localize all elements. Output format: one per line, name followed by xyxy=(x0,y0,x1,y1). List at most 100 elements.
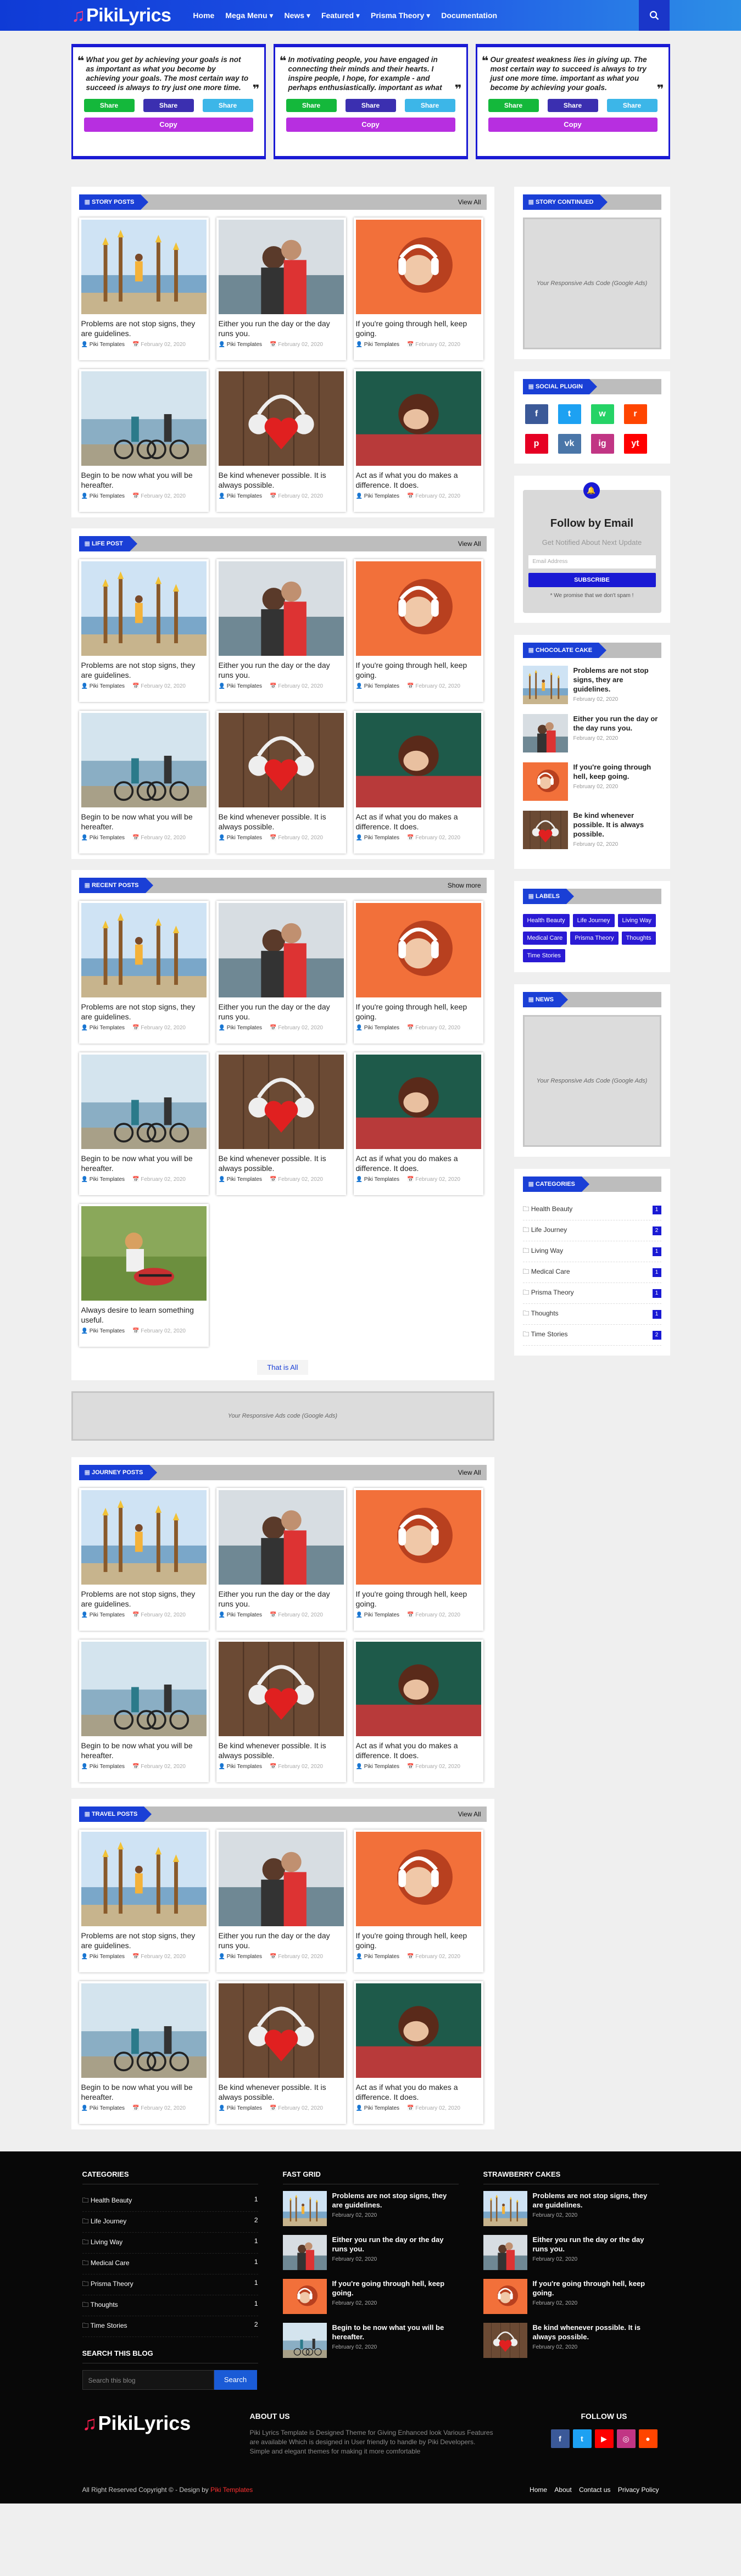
list-item[interactable]: If you're going through hell, keep going… xyxy=(522,762,661,801)
post-title[interactable]: Either you run the day or the day runs y… xyxy=(219,1002,344,1022)
post-thumbnail[interactable] xyxy=(81,1832,207,1926)
copy-button[interactable]: Copy xyxy=(488,118,658,132)
label-chip[interactable]: Life Journey xyxy=(572,914,615,927)
post-card[interactable]: Begin to be now what you will be hereaft… xyxy=(79,711,209,854)
facebook-share-button[interactable]: Share xyxy=(547,99,598,112)
footer-post-thumbnail[interactable] xyxy=(282,2323,327,2358)
category-name[interactable]: 🗀 Thoughts xyxy=(82,2300,118,2311)
post-thumbnail[interactable] xyxy=(355,371,481,466)
list-item-title[interactable]: Either you run the day or the day runs y… xyxy=(573,714,661,733)
post-card[interactable]: Either you run the day or the day runs y… xyxy=(216,1488,346,1631)
post-thumbnail[interactable] xyxy=(81,713,207,807)
youtube-icon[interactable]: ▶ xyxy=(594,2429,614,2448)
post-thumbnail[interactable] xyxy=(355,1490,481,1585)
twitter-share-button[interactable]: Share xyxy=(606,99,658,112)
post-title[interactable]: Act as if what you do makes a difference… xyxy=(356,2082,481,2102)
category-name[interactable]: 🗀 Life Journey xyxy=(523,1225,567,1236)
post-thumbnail[interactable] xyxy=(355,1983,481,2078)
post-card[interactable]: Problems are not stop signs, they are gu… xyxy=(79,1830,209,1972)
footer-post-thumbnail[interactable] xyxy=(483,2323,527,2358)
post-title[interactable]: Problems are not stop signs, they are gu… xyxy=(81,1589,207,1609)
footer-post[interactable]: Be kind whenever possible. It is always … xyxy=(483,2323,659,2358)
post-title[interactable]: Problems are not stop signs, they are gu… xyxy=(81,1002,207,1022)
view-all-link[interactable]: View All xyxy=(458,198,487,206)
post-card[interactable]: Always desire to learn something useful.… xyxy=(79,1204,209,1347)
list-item-thumbnail[interactable] xyxy=(522,714,568,752)
category-name[interactable]: 🗀 Living Way xyxy=(82,2237,123,2249)
post-card[interactable]: Begin to be now what you will be hereaft… xyxy=(79,1052,209,1195)
footer-post[interactable]: Begin to be now what you will be hereaft… xyxy=(282,2323,459,2358)
post-thumbnail[interactable] xyxy=(218,1832,344,1926)
category-row[interactable]: 🗀 Living Way 1 xyxy=(522,1241,661,1262)
list-item-thumbnail[interactable] xyxy=(522,666,568,704)
category-name[interactable]: 🗀 Time Stories xyxy=(523,1329,568,1341)
twitter-icon[interactable]: t xyxy=(572,2429,592,2448)
post-title[interactable]: Be kind whenever possible. It is always … xyxy=(219,812,344,832)
post-title[interactable]: Act as if what you do makes a difference… xyxy=(356,812,481,832)
footer-link-home[interactable]: Home xyxy=(530,2486,547,2494)
footer-post-title[interactable]: If you're going through hell, keep going… xyxy=(533,2279,659,2298)
post-card[interactable]: If you're going through hell, keep going… xyxy=(353,218,483,360)
subscribe-button[interactable]: SUBSCRIBE xyxy=(528,573,656,587)
post-thumbnail[interactable] xyxy=(81,1490,207,1585)
category-row[interactable]: 🗀 Health Beauty 1 xyxy=(522,1200,661,1220)
category-row[interactable]: 🗀 Time Stories 2 xyxy=(522,1325,661,1346)
post-thumbnail[interactable] xyxy=(218,1055,344,1149)
category-row[interactable]: 🗀 Life Journey 2 xyxy=(522,1220,661,1241)
post-thumbnail[interactable] xyxy=(218,220,344,314)
footer-post[interactable]: Problems are not stop signs, they are gu… xyxy=(483,2191,659,2226)
category-row[interactable]: 🗀 Medical Care 1 xyxy=(522,1262,661,1283)
post-card[interactable]: Begin to be now what you will be hereaft… xyxy=(79,1640,209,1782)
footer-link-privacy[interactable]: Privacy Policy xyxy=(618,2486,659,2494)
post-card[interactable]: Act as if what you do makes a difference… xyxy=(353,369,483,512)
post-thumbnail[interactable] xyxy=(81,1206,207,1301)
post-title[interactable]: Be kind whenever possible. It is always … xyxy=(219,1741,344,1760)
list-item-thumbnail[interactable] xyxy=(522,811,568,849)
footer-category-row[interactable]: 🗀 Living Way 1 xyxy=(82,2233,258,2254)
category-row[interactable]: 🗀 Thoughts 1 xyxy=(522,1304,661,1325)
post-card[interactable]: Problems are not stop signs, they are gu… xyxy=(79,559,209,702)
post-card[interactable]: Be kind whenever possible. It is always … xyxy=(216,1981,346,2124)
post-card[interactable]: Be kind whenever possible. It is always … xyxy=(216,1640,346,1782)
list-item-title[interactable]: If you're going through hell, keep going… xyxy=(573,762,661,781)
post-card[interactable]: If you're going through hell, keep going… xyxy=(353,559,483,702)
post-card[interactable]: Act as if what you do makes a difference… xyxy=(353,1052,483,1195)
list-item-title[interactable]: Be kind whenever possible. It is always … xyxy=(573,811,661,839)
category-name[interactable]: 🗀 Life Journey xyxy=(82,2216,127,2228)
email-field[interactable]: Email Address xyxy=(528,555,656,568)
facebook-icon[interactable]: f xyxy=(525,404,548,424)
post-thumbnail[interactable] xyxy=(218,371,344,466)
post-card[interactable]: Either you run the day or the day runs y… xyxy=(216,559,346,702)
category-name[interactable]: 🗀 Medical Care xyxy=(82,2258,130,2270)
post-card[interactable]: Begin to be now what you will be hereaft… xyxy=(79,369,209,512)
post-thumbnail[interactable] xyxy=(218,561,344,656)
vk-icon[interactable]: vk xyxy=(558,434,581,454)
category-name[interactable]: 🗀 Health Beauty xyxy=(82,2195,132,2207)
post-title[interactable]: If you're going through hell, keep going… xyxy=(356,1589,481,1609)
label-chip[interactable]: Prisma Theory xyxy=(570,932,619,945)
footer-post-thumbnail[interactable] xyxy=(282,2235,327,2270)
footer-category-row[interactable]: 🗀 Prisma Theory 1 xyxy=(82,2274,258,2295)
copy-button[interactable]: Copy xyxy=(286,118,455,132)
post-thumbnail[interactable] xyxy=(355,1832,481,1926)
copy-button[interactable]: Copy xyxy=(83,118,253,132)
pinterest-icon[interactable]: p xyxy=(525,434,548,454)
post-thumbnail[interactable] xyxy=(355,903,481,997)
label-chip[interactable]: Health Beauty xyxy=(522,914,570,927)
search-submit-button[interactable]: Search xyxy=(214,2370,257,2390)
footer-logo[interactable]: ♫ PikiLyrics xyxy=(82,2412,198,2435)
post-thumbnail[interactable] xyxy=(81,561,207,656)
instagram-icon[interactable]: ◎ xyxy=(616,2429,636,2448)
post-card[interactable]: Be kind whenever possible. It is always … xyxy=(216,369,346,512)
list-item[interactable]: Be kind whenever possible. It is always … xyxy=(522,811,661,849)
post-title[interactable]: Either you run the day or the day runs y… xyxy=(219,319,344,338)
footer-post-title[interactable]: If you're going through hell, keep going… xyxy=(332,2279,459,2298)
post-title[interactable]: If you're going through hell, keep going… xyxy=(356,1931,481,1950)
list-item-title[interactable]: Problems are not stop signs, they are gu… xyxy=(573,666,661,694)
post-card[interactable]: Act as if what you do makes a difference… xyxy=(353,1640,483,1782)
footer-post-title[interactable]: Either you run the day or the day runs y… xyxy=(533,2235,659,2254)
post-card[interactable]: Either you run the day or the day runs y… xyxy=(216,901,346,1044)
category-name[interactable]: 🗀 Medical Care xyxy=(523,1267,570,1278)
footer-post-thumbnail[interactable] xyxy=(282,2191,327,2226)
twitter-share-button[interactable]: Share xyxy=(404,99,455,112)
